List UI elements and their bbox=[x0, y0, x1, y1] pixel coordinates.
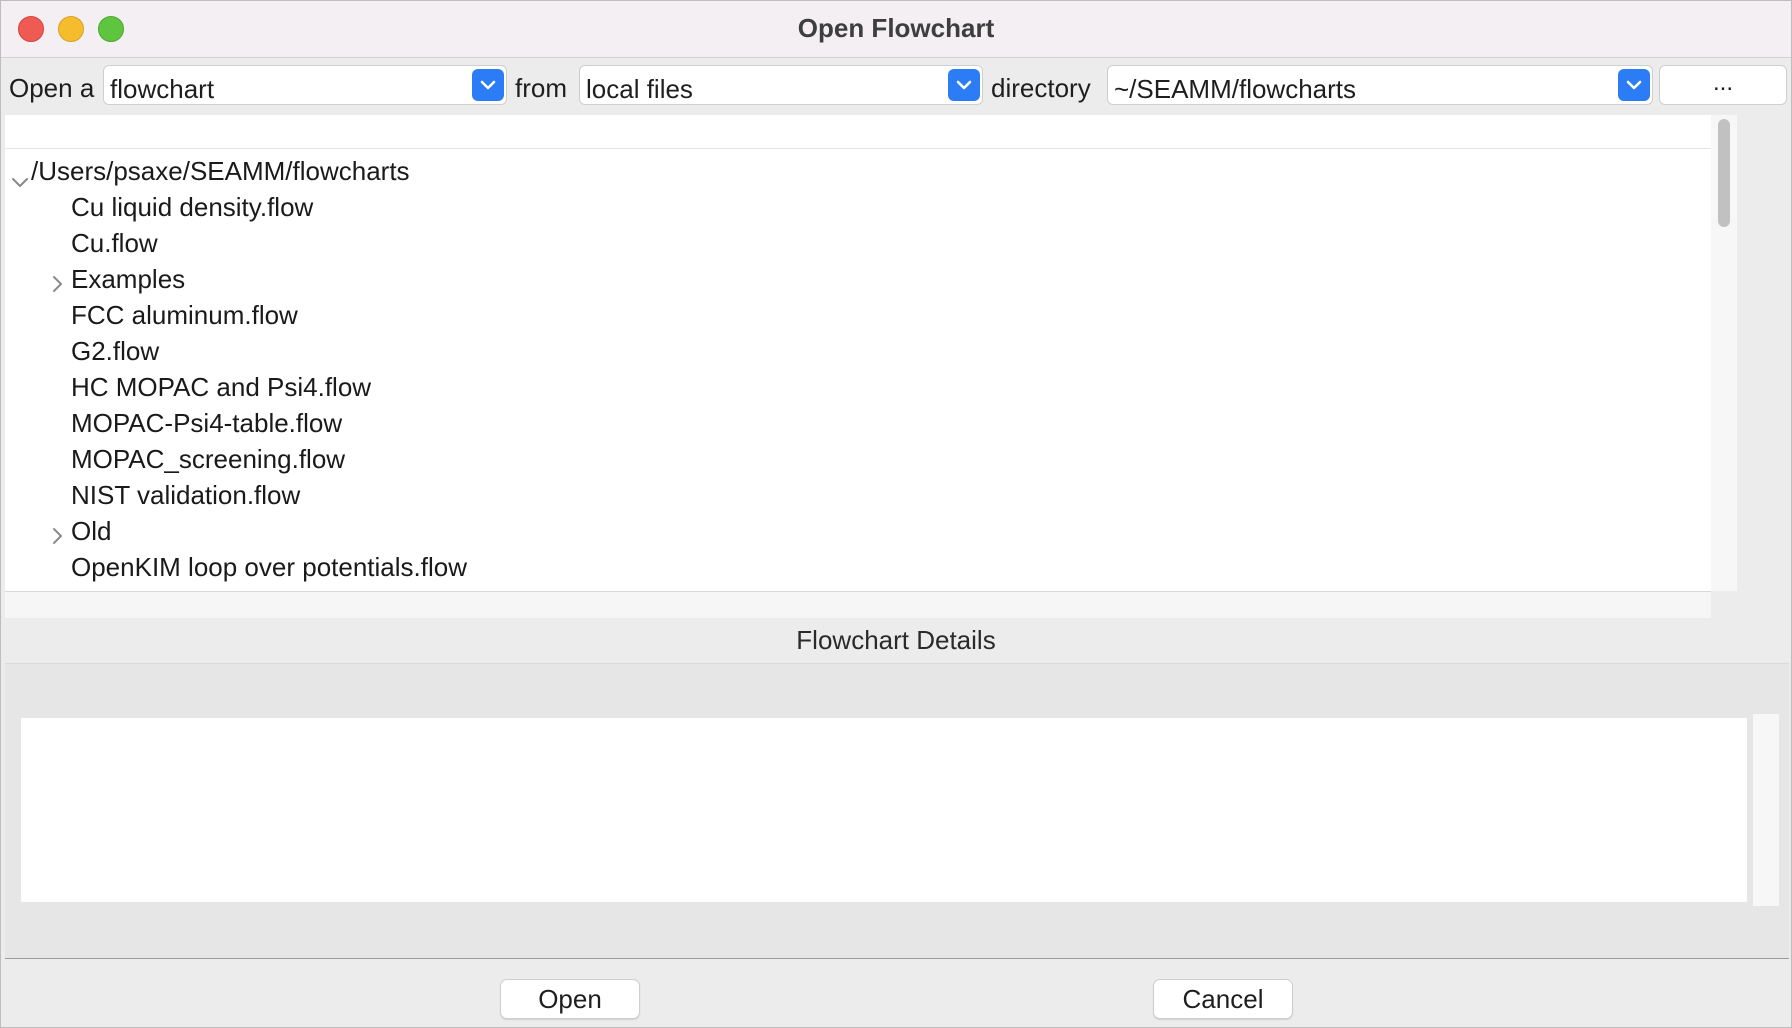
chevron-down-icon[interactable] bbox=[472, 69, 504, 101]
tree-header bbox=[5, 115, 1711, 149]
tree-file-row[interactable]: OpenKIM loop over potentials.flow bbox=[5, 549, 1711, 585]
tree-file-row[interactable]: MOPAC-Psi4-table.flow bbox=[5, 405, 1711, 441]
flowchart-tree[interactable]: /Users/psaxe/SEAMM/flowcharts Cu liquid … bbox=[5, 115, 1711, 592]
chevron-down-icon[interactable] bbox=[948, 69, 980, 101]
tree-root-row[interactable]: /Users/psaxe/SEAMM/flowcharts bbox=[5, 153, 1711, 189]
open-button[interactable]: Open bbox=[500, 979, 640, 1019]
scrollbar-thumb[interactable] bbox=[1718, 119, 1730, 227]
tree-file-row[interactable]: FCC aluminum.flow bbox=[5, 297, 1711, 333]
directory-select[interactable]: ~/SEAMM/flowcharts bbox=[1107, 65, 1653, 105]
browse-button[interactable]: ... bbox=[1659, 65, 1787, 105]
type-select-value: flowchart bbox=[110, 74, 215, 104]
tree-vertical-scrollbar[interactable] bbox=[1711, 115, 1737, 591]
chevron-right-icon[interactable] bbox=[51, 269, 63, 300]
source-select[interactable]: local files bbox=[579, 65, 983, 105]
tree-file-row[interactable]: MOPAC_screening.flow bbox=[5, 441, 1711, 477]
tree-file-row[interactable]: HC MOPAC and Psi4.flow bbox=[5, 369, 1711, 405]
toolbar: Open a flowchart from local files direct… bbox=[1, 63, 1791, 111]
tree-folder-row[interactable]: Examples bbox=[5, 261, 1711, 297]
chevron-right-icon[interactable] bbox=[51, 521, 63, 552]
tree-item-label: OpenKIM loop over potentials.flow bbox=[71, 552, 467, 582]
tree-item-label: MOPAC_screening.flow bbox=[71, 444, 346, 474]
from-label: from bbox=[515, 73, 567, 103]
directory-label: directory bbox=[991, 73, 1091, 103]
cancel-button[interactable]: Cancel bbox=[1153, 979, 1293, 1019]
open-a-label: Open a bbox=[9, 73, 95, 103]
tree-root-label: /Users/psaxe/SEAMM/flowcharts bbox=[31, 156, 410, 186]
source-select-value: local files bbox=[586, 74, 693, 104]
tree-file-row[interactable]: Cu.flow bbox=[5, 225, 1711, 261]
tree-item-label: Cu.flow bbox=[71, 228, 158, 258]
chevron-down-icon[interactable] bbox=[1618, 69, 1650, 101]
details-heading: Flowchart Details bbox=[796, 625, 996, 655]
tree-item-label: FCC aluminum.flow bbox=[71, 300, 298, 330]
tree-file-row[interactable]: NIST validation.flow bbox=[5, 477, 1711, 513]
tree-item-label: NIST validation.flow bbox=[71, 480, 301, 510]
details-panel bbox=[5, 663, 1789, 959]
tree-horizontal-scrollbar[interactable] bbox=[5, 592, 1711, 618]
tree-file-row[interactable]: Cu liquid density.flow bbox=[5, 189, 1711, 225]
details-text-area[interactable] bbox=[21, 718, 1747, 902]
open-flowchart-window: Open Flowchart Open a flowchart from loc… bbox=[0, 0, 1792, 1028]
window-title: Open Flowchart bbox=[797, 13, 995, 43]
title-bar[interactable]: Open Flowchart bbox=[1, 1, 1791, 58]
type-select[interactable]: flowchart bbox=[103, 65, 507, 105]
tree-item-label: MOPAC-Psi4-table.flow bbox=[71, 408, 343, 438]
tree-item-label: Cu liquid density.flow bbox=[71, 192, 314, 222]
tree-folder-row[interactable]: Old bbox=[5, 513, 1711, 549]
tree-item-label: Old bbox=[71, 516, 112, 546]
tree-item-label: G2.flow bbox=[71, 336, 160, 366]
directory-select-value: ~/SEAMM/flowcharts bbox=[1114, 74, 1357, 104]
details-scrollbar[interactable] bbox=[1753, 714, 1779, 906]
tree-item-label: HC MOPAC and Psi4.flow bbox=[71, 372, 372, 402]
tree-file-row[interactable]: G2.flow bbox=[5, 333, 1711, 369]
tree-item-label: Examples bbox=[71, 264, 186, 294]
